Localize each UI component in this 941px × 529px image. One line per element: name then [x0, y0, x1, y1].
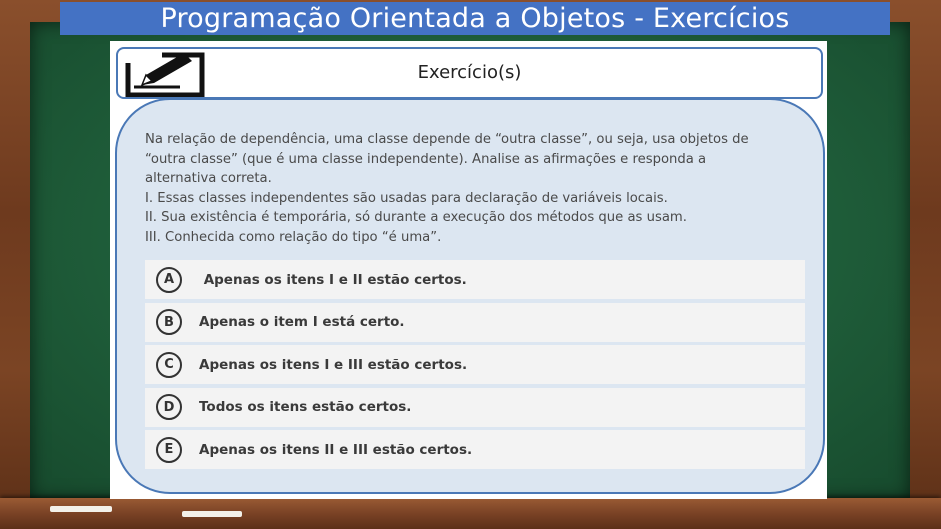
option-letter-badge: D: [156, 394, 182, 420]
option-text: Apenas o item I está certo.: [199, 314, 405, 330]
question-line: “outra classe” (que é uma classe indepen…: [145, 151, 707, 167]
exercise-card: Exercício(s) Na relação de dependência, …: [110, 41, 827, 499]
option-e[interactable]: E Apenas os itens II e III estão certos.: [145, 430, 805, 469]
option-letter-badge: B: [156, 309, 182, 335]
question-line: alternativa correta.: [145, 171, 272, 186]
question-line: II. Sua existência é temporária, só dura…: [145, 210, 687, 225]
chalk-tray: [0, 498, 941, 529]
option-a[interactable]: A Apenas os itens I e II estão certos.: [145, 260, 805, 299]
question-line: I. Essas classes independentes são usada…: [145, 190, 668, 206]
option-text: Apenas os itens II e III estão certos.: [199, 441, 473, 458]
exercise-heading: Exercício(s): [417, 62, 522, 83]
question-text: Na relação de dependência, uma classe de…: [145, 130, 813, 247]
option-d[interactable]: D Todos os itens estão certos.: [145, 387, 805, 427]
option-b[interactable]: B Apenas o item I está certo.: [145, 302, 805, 342]
option-letter-badge: E: [156, 436, 182, 463]
option-c[interactable]: C Apenas os itens I e III estão certos.: [145, 345, 805, 384]
chalk-piece: [182, 511, 242, 517]
question-box: Na relação de dependência, uma classe de…: [115, 98, 825, 494]
exercise-header: Exercício(s): [116, 47, 823, 99]
slide-title: Programação Orientada a Objetos - Exercí…: [60, 2, 890, 35]
chalk-piece: [50, 506, 112, 512]
question-line: III. Conhecida como relação do tipo “é u…: [145, 229, 442, 245]
answer-options: A Apenas os itens I e II estão certos. B…: [145, 260, 805, 473]
option-letter-badge: C: [156, 351, 182, 378]
option-letter-badge: A: [156, 266, 182, 293]
option-text: Apenas os itens I e II estão certos.: [199, 271, 467, 288]
question-line: Na relação de dependência, uma classe de…: [145, 132, 749, 147]
option-text: Apenas os itens I e III estão certos.: [199, 356, 468, 373]
option-text: Todos os itens estão certos.: [199, 399, 412, 415]
